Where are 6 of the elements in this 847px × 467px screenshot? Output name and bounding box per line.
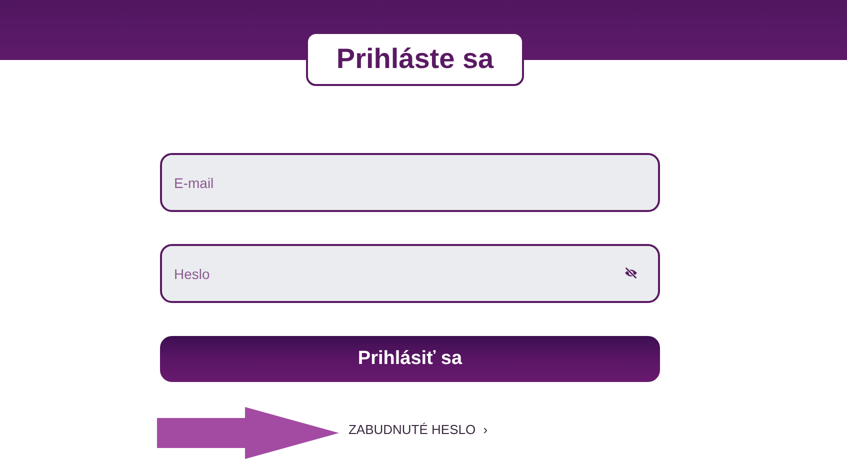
eye-slash-icon[interactable]: [624, 267, 638, 279]
input-field[interactable]: Heslo: [160, 244, 660, 303]
login-button[interactable]: Prihlásiť sa: [160, 336, 660, 382]
page-title: Prihláste sa: [306, 32, 524, 86]
forgot-password-link[interactable]: ZABUDNUTÉ HESLO ›: [348, 422, 488, 437]
input-field[interactable]: E-mail: [160, 153, 660, 212]
